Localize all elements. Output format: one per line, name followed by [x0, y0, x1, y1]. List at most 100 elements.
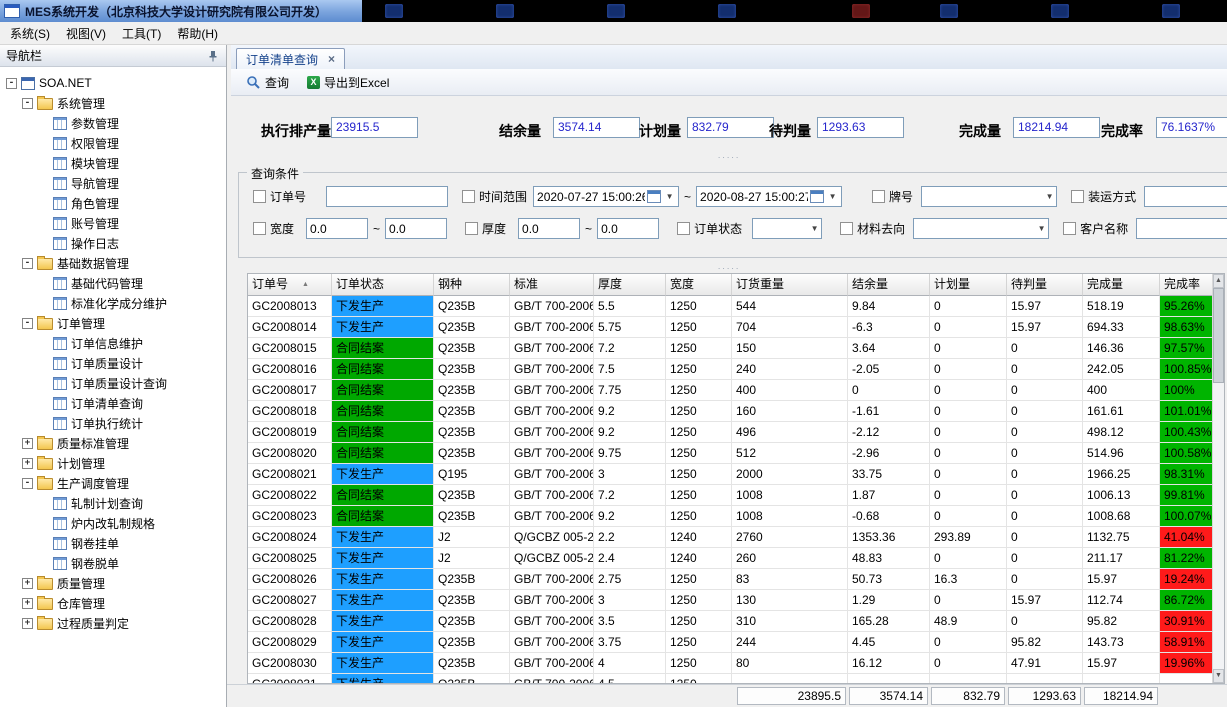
table-row[interactable]: GC2008022合同结案Q235BGB/T 700-20067.2125010…: [248, 485, 1212, 506]
table-row[interactable]: GC2008016合同结案Q235BGB/T 700-20067.5125024…: [248, 359, 1212, 380]
customer-input[interactable]: [1136, 218, 1227, 239]
tree-item[interactable]: 角色管理: [0, 193, 226, 213]
collapse-icon[interactable]: -: [22, 98, 33, 109]
column-header[interactable]: 厚度: [594, 274, 666, 296]
material-dest-checkbox[interactable]: [840, 222, 853, 235]
menu-item[interactable]: 视图(V): [58, 23, 114, 44]
expand-icon[interactable]: +: [22, 458, 33, 469]
tree-item[interactable]: 导航管理: [0, 173, 226, 193]
tree-item[interactable]: +仓库管理: [0, 593, 226, 613]
order-status-checkbox[interactable]: [677, 222, 690, 235]
export-excel-button[interactable]: 导出到Excel: [300, 72, 396, 93]
time-range-checkbox[interactable]: [462, 190, 475, 203]
column-header[interactable]: 完成量: [1083, 274, 1160, 296]
chevron-down-icon[interactable]: ▼: [1035, 224, 1048, 233]
column-header[interactable]: 结余量: [848, 274, 930, 296]
column-header[interactable]: 待判量: [1007, 274, 1083, 296]
scrollbar-thumb[interactable]: [1213, 288, 1224, 383]
expand-icon[interactable]: +: [22, 598, 33, 609]
column-header[interactable]: 计划量: [930, 274, 1007, 296]
pin-icon[interactable]: [206, 49, 220, 63]
tab-close-icon[interactable]: ×: [328, 52, 335, 66]
column-header[interactable]: 订单状态: [332, 274, 434, 296]
menu-item[interactable]: 工具(T): [114, 23, 169, 44]
tab-order-list-query[interactable]: 订单清单查询 ×: [236, 48, 345, 69]
table-row[interactable]: GC2008021下发生产Q195GB/T 700-20063125020003…: [248, 464, 1212, 485]
table-row[interactable]: GC2008019合同结案Q235BGB/T 700-20069.2125049…: [248, 422, 1212, 443]
thickness-from-input[interactable]: [518, 218, 580, 239]
material-dest-combo[interactable]: ▼: [913, 218, 1049, 239]
date-from-picker[interactable]: 2020-07-27 15:00:26 ▼: [533, 186, 679, 207]
window-title-area[interactable]: MES系统开发（北京科技大学设计研究院有限公司开发）: [0, 0, 362, 22]
scroll-down-icon[interactable]: ▼: [1213, 669, 1224, 683]
collapse-icon[interactable]: -: [6, 78, 17, 89]
table-row[interactable]: GC2008024下发生产J2Q/GCBZ 005-2...2.21240276…: [248, 527, 1212, 548]
thickness-to-input[interactable]: [597, 218, 659, 239]
width-checkbox[interactable]: [253, 222, 266, 235]
order-status-combo[interactable]: ▼: [752, 218, 822, 239]
column-header[interactable]: 订单号▲: [248, 274, 332, 296]
expand-icon[interactable]: +: [22, 618, 33, 629]
scroll-up-icon[interactable]: ▲: [1213, 274, 1224, 288]
chevron-down-icon[interactable]: ▼: [808, 224, 821, 233]
order-no-checkbox[interactable]: [253, 190, 266, 203]
tree-item[interactable]: -SOA.NET: [0, 73, 226, 93]
menu-item[interactable]: 帮助(H): [169, 23, 226, 44]
table-row[interactable]: GC2008025下发生产J2Q/GCBZ 005-2...2.41240260…: [248, 548, 1212, 569]
tree-item[interactable]: -生产调度管理: [0, 473, 226, 493]
tree-item[interactable]: 账号管理: [0, 213, 226, 233]
table-row[interactable]: GC2008018合同结案Q235BGB/T 700-20069.2125016…: [248, 401, 1212, 422]
tree-item[interactable]: -系统管理: [0, 93, 226, 113]
shipping-checkbox[interactable]: [1071, 190, 1084, 203]
table-row[interactable]: GC2008017合同结案Q235BGB/T 700-20067.7512504…: [248, 380, 1212, 401]
tree-item[interactable]: -订单管理: [0, 313, 226, 333]
chevron-down-icon[interactable]: ▼: [663, 192, 676, 201]
table-row[interactable]: GC2008026下发生产Q235BGB/T 700-20062.7512508…: [248, 569, 1212, 590]
collapse-icon[interactable]: -: [22, 478, 33, 489]
tree-item[interactable]: +质量管理: [0, 573, 226, 593]
width-from-input[interactable]: [306, 218, 368, 239]
expand-icon[interactable]: +: [22, 578, 33, 589]
column-header[interactable]: 宽度: [666, 274, 732, 296]
table-row[interactable]: GC2008027下发生产Q235BGB/T 700-2006312501301…: [248, 590, 1212, 611]
tree-item[interactable]: 轧制计划查询: [0, 493, 226, 513]
tree-item[interactable]: 基础代码管理: [0, 273, 226, 293]
chevron-down-icon[interactable]: ▼: [1043, 192, 1056, 201]
chevron-down-icon[interactable]: ▼: [826, 192, 839, 201]
splitter-grip[interactable]: [231, 152, 1227, 161]
query-button[interactable]: 查询: [239, 72, 296, 93]
order-no-input[interactable]: [326, 186, 448, 207]
tree-item[interactable]: 钢卷挂单: [0, 533, 226, 553]
tree-item[interactable]: 订单质量设计查询: [0, 373, 226, 393]
table-row[interactable]: GC2008028下发生产Q235BGB/T 700-20063.5125031…: [248, 611, 1212, 632]
table-row[interactable]: GC2008031下发生产Q235BGB/T 700-20064.51250: [248, 674, 1212, 683]
table-row[interactable]: GC2008013下发生产Q235BGB/T 700-20065.5125054…: [248, 296, 1212, 317]
table-row[interactable]: GC2008029下发生产Q235BGB/T 700-20063.7512502…: [248, 632, 1212, 653]
tree-item[interactable]: +质量标准管理: [0, 433, 226, 453]
collapse-icon[interactable]: -: [22, 258, 33, 269]
tree-item[interactable]: 操作日志: [0, 233, 226, 253]
thickness-checkbox[interactable]: [465, 222, 478, 235]
collapse-icon[interactable]: -: [22, 318, 33, 329]
tree-item[interactable]: -基础数据管理: [0, 253, 226, 273]
tree-item[interactable]: 钢卷脱单: [0, 553, 226, 573]
tree-item[interactable]: 参数管理: [0, 113, 226, 133]
splitter-grip[interactable]: [231, 263, 1227, 272]
width-to-input[interactable]: [385, 218, 447, 239]
table-row[interactable]: GC2008014下发生产Q235BGB/T 700-20065.7512507…: [248, 317, 1212, 338]
column-header[interactable]: 钢种: [434, 274, 510, 296]
tree-item[interactable]: 订单信息维护: [0, 333, 226, 353]
column-header[interactable]: 标准: [510, 274, 594, 296]
column-header[interactable]: 订货重量: [732, 274, 848, 296]
vertical-scrollbar[interactable]: ▲ ▼: [1212, 274, 1224, 683]
table-row[interactable]: GC2008020合同结案Q235BGB/T 700-20069.7512505…: [248, 443, 1212, 464]
brand-combo[interactable]: ▼: [921, 186, 1057, 207]
tree-item[interactable]: 炉内改轧制规格: [0, 513, 226, 533]
tree-item[interactable]: 订单质量设计: [0, 353, 226, 373]
tree-item[interactable]: 订单执行统计: [0, 413, 226, 433]
brand-checkbox[interactable]: [872, 190, 885, 203]
tree-item[interactable]: +过程质量判定: [0, 613, 226, 633]
tree-item[interactable]: 订单清单查询: [0, 393, 226, 413]
table-row[interactable]: GC2008030下发生产Q235BGB/T 700-2006412508016…: [248, 653, 1212, 674]
customer-checkbox[interactable]: [1063, 222, 1076, 235]
